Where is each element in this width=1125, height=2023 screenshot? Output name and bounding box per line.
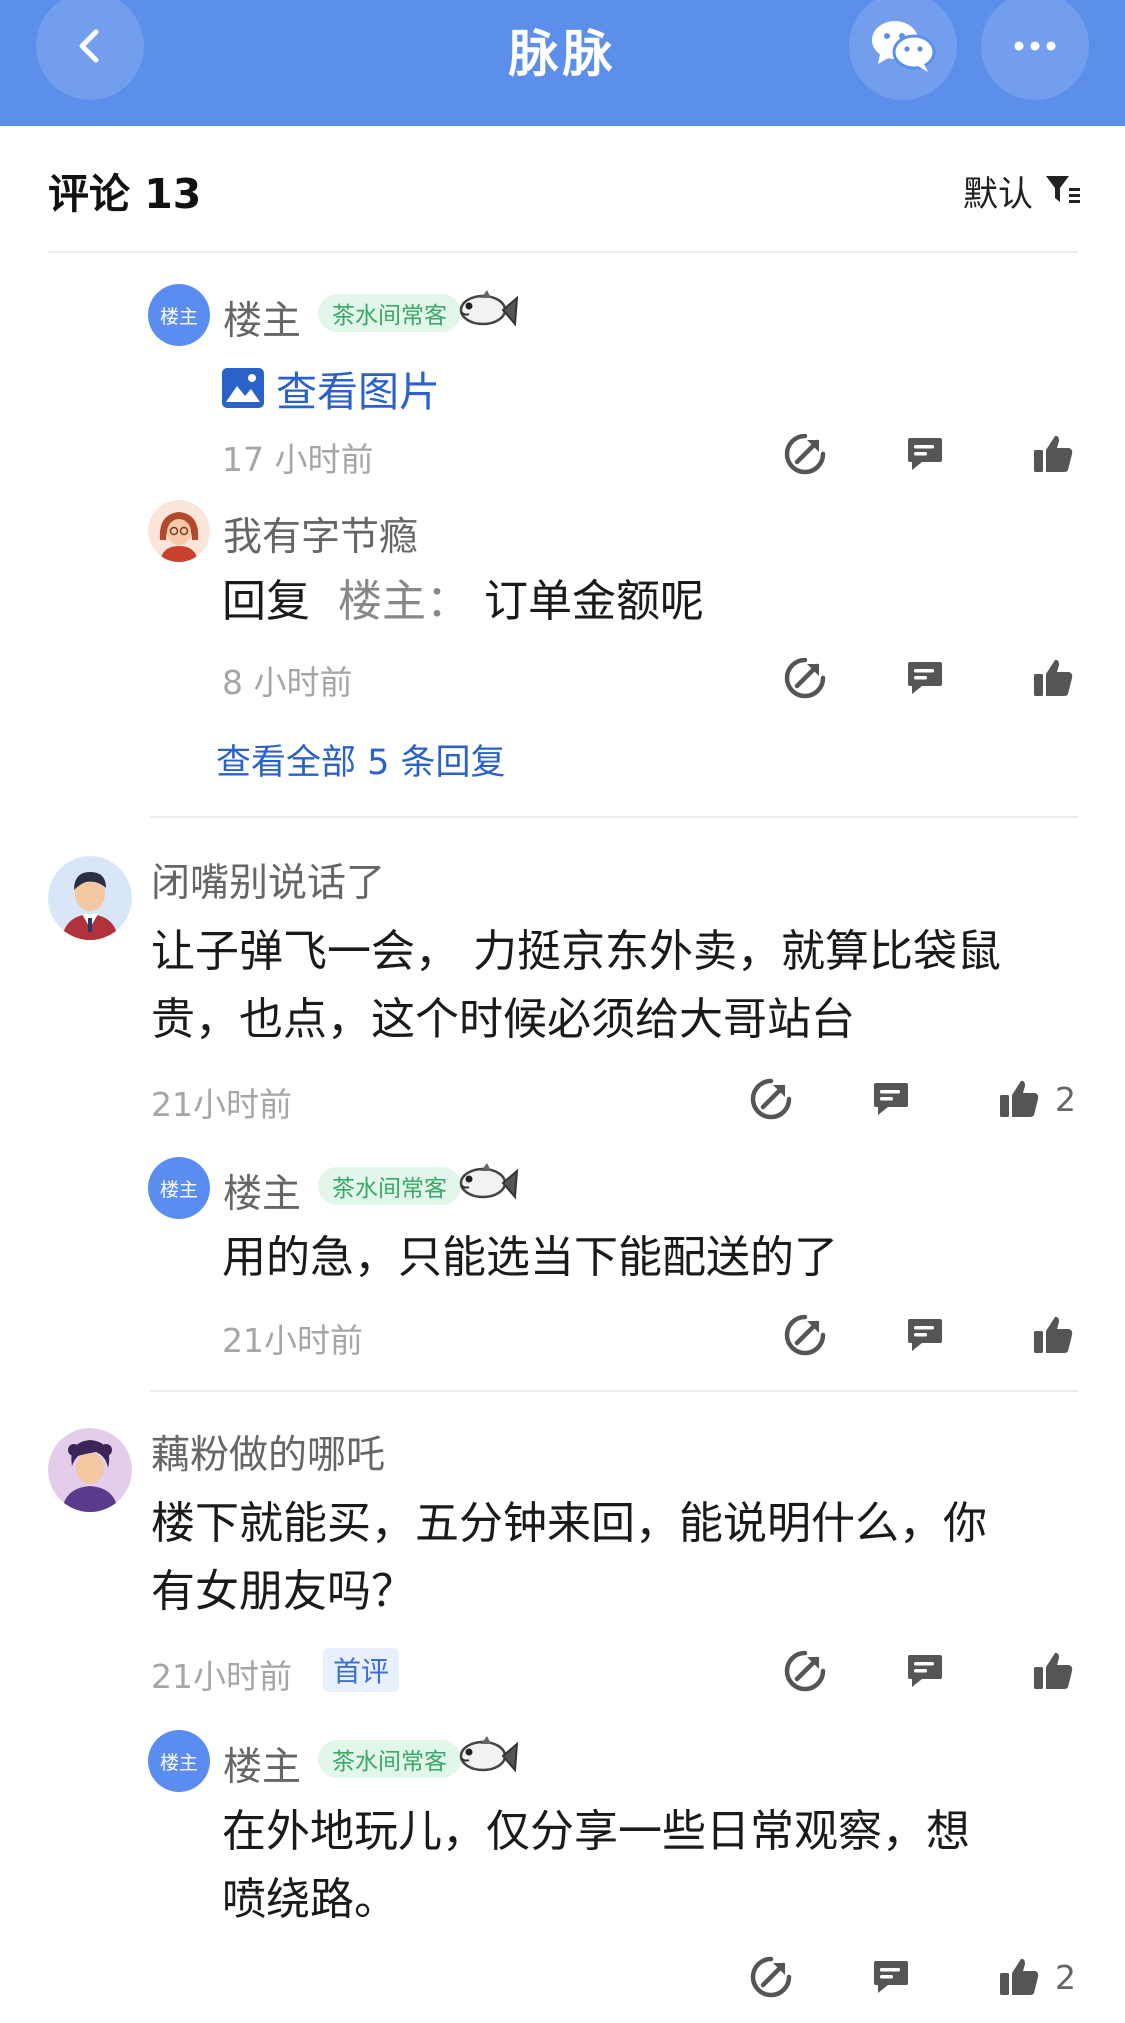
comment-time: 21小时前 bbox=[151, 1085, 292, 1124]
comment-bubble-icon[interactable] bbox=[868, 1077, 912, 1121]
comment-bubble-icon[interactable] bbox=[902, 656, 946, 700]
view-image-link[interactable]: 查看图片 bbox=[222, 358, 440, 418]
fish-sticker-icon bbox=[459, 290, 519, 327]
comment-line: 有女朋友吗？ bbox=[151, 1566, 415, 1617]
filter-icon bbox=[1046, 176, 1080, 203]
comment-time: 21小时前 bbox=[151, 1657, 292, 1696]
reply-author[interactable]: 我有字节瘾 bbox=[223, 506, 418, 562]
share-arrow-icon[interactable] bbox=[783, 432, 827, 476]
comment-author[interactable]: 闭嘴别说话了 bbox=[151, 852, 385, 908]
user-tag: 茶水间常客 bbox=[318, 1740, 461, 1778]
reply-author[interactable]: 楼主 bbox=[223, 290, 301, 346]
avatar[interactable] bbox=[48, 856, 132, 940]
comment-line: 让子弹飞一会， 力挺京东外卖，就算比袋鼠 bbox=[151, 926, 1001, 977]
comment-time: 8 小时前 bbox=[222, 663, 353, 702]
reply-author[interactable]: 楼主 bbox=[223, 1163, 301, 1219]
comment-line: 贵，也点，这个时候必须给大哥站台 bbox=[151, 994, 855, 1045]
sort-label: 默认 bbox=[963, 175, 1034, 215]
thumbs-up-icon bbox=[997, 1077, 1041, 1121]
comment-bubble-icon[interactable] bbox=[868, 1955, 912, 1999]
thumbs-up-icon[interactable] bbox=[1031, 1649, 1075, 1693]
comment-bubble-icon[interactable] bbox=[902, 1649, 946, 1693]
like-button[interactable]: 2 bbox=[997, 1077, 1076, 1121]
share-arrow-icon[interactable] bbox=[783, 1313, 827, 1357]
user-tag: 茶水间常客 bbox=[318, 1167, 461, 1205]
avatar[interactable]: 楼主 bbox=[148, 1730, 210, 1792]
reply-line: 喷绕路。 bbox=[222, 1874, 398, 1925]
reply-author[interactable]: 楼主 bbox=[223, 1736, 301, 1792]
comment-text: 让子弹飞一会， 力挺京东外卖，就算比袋鼠 贵，也点，这个时候必须给大哥站台 bbox=[151, 918, 1001, 1054]
comment-text: 楼下就能买，五分钟来回，能说明什么，你 有女朋友吗？ bbox=[151, 1490, 987, 1626]
reply-target[interactable]: 楼主： bbox=[338, 576, 470, 627]
like-count: 2 bbox=[1055, 1079, 1076, 1119]
wechat-icon bbox=[872, 21, 936, 72]
comments-count-title: 评论 13 bbox=[48, 170, 202, 218]
like-button[interactable]: 2 bbox=[997, 1955, 1076, 1999]
comment-time: 17 小时前 bbox=[222, 440, 374, 479]
first-comment-badge: 首评 bbox=[323, 1648, 400, 1692]
reply-body: 订单金额呢 bbox=[484, 576, 704, 627]
avatar[interactable]: 楼主 bbox=[148, 284, 210, 346]
comment-divider bbox=[150, 816, 1078, 818]
comment-bubble-icon[interactable] bbox=[902, 432, 946, 476]
comment-bubble-icon[interactable] bbox=[902, 1313, 946, 1357]
reply-text: 在外地玩儿，仅分享一些日常观察，想 喷绕路。 bbox=[222, 1798, 970, 1934]
view-all-replies-link[interactable]: 查看全部 5 条回复 bbox=[216, 734, 506, 785]
comment-line: 楼下就能买，五分钟来回，能说明什么，你 bbox=[151, 1498, 987, 1549]
fish-sticker-icon bbox=[459, 1736, 519, 1773]
comment-author[interactable]: 藕粉做的哪吒 bbox=[151, 1424, 385, 1480]
like-count: 2 bbox=[1055, 1957, 1076, 1997]
share-arrow-icon[interactable] bbox=[749, 1077, 793, 1121]
comment-divider bbox=[150, 1390, 1078, 1392]
avatar[interactable]: 楼主 bbox=[148, 1157, 210, 1219]
thumbs-up-icon[interactable] bbox=[1031, 656, 1075, 700]
share-arrow-icon[interactable] bbox=[749, 1955, 793, 1999]
user-tag: 茶水间常客 bbox=[318, 294, 461, 332]
more-dots-icon bbox=[1014, 41, 1056, 51]
share-arrow-icon[interactable] bbox=[783, 656, 827, 700]
avatar[interactable] bbox=[148, 500, 210, 562]
reply-line: 在外地玩儿，仅分享一些日常观察，想 bbox=[222, 1806, 970, 1857]
share-arrow-icon[interactable] bbox=[783, 1649, 827, 1693]
sort-selector[interactable]: 默认 bbox=[963, 160, 1083, 216]
view-image-label: 查看图片 bbox=[276, 368, 440, 416]
comment-time: 21小时前 bbox=[222, 1321, 363, 1360]
avatar[interactable] bbox=[48, 1428, 132, 1512]
thumbs-up-icon[interactable] bbox=[1031, 1313, 1075, 1357]
reply-text: 回复 楼主： 订单金额呢 bbox=[222, 568, 704, 636]
image-icon bbox=[222, 368, 264, 408]
fish-sticker-icon bbox=[459, 1163, 519, 1200]
reply-prefix: 回复 bbox=[222, 576, 310, 627]
thumbs-up-icon bbox=[997, 1955, 1041, 1999]
thumbs-up-icon[interactable] bbox=[1031, 432, 1075, 476]
reply-text: 用的急，只能选当下能配送的了 bbox=[222, 1232, 838, 1283]
header-divider bbox=[48, 251, 1078, 253]
